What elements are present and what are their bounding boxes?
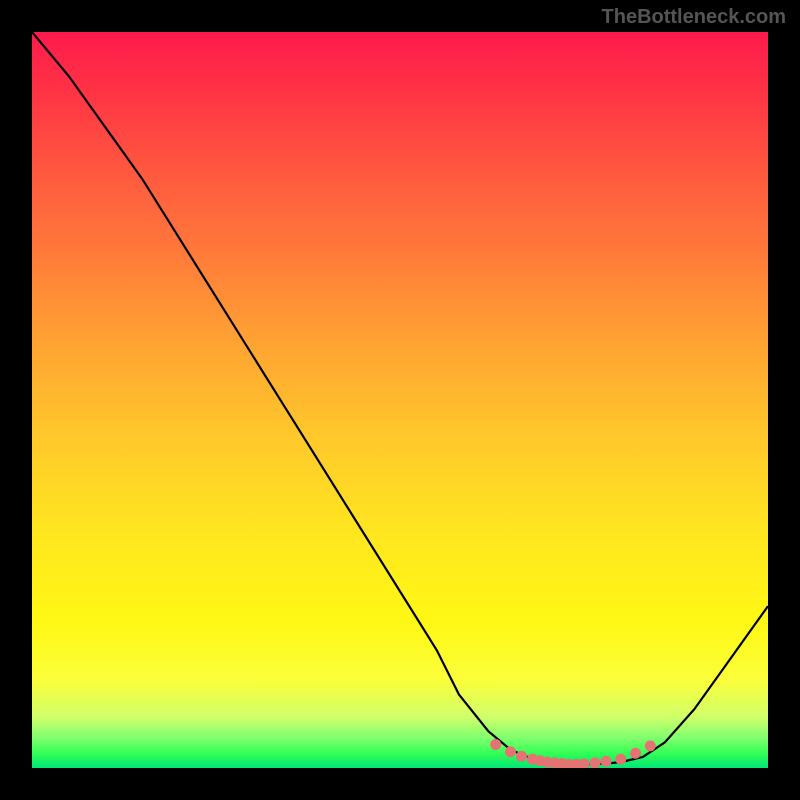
valley-marker-dot (615, 754, 626, 765)
valley-marker-dot (645, 740, 656, 751)
attribution-text: TheBottleneck.com (602, 6, 786, 29)
valley-marker-dot (601, 756, 612, 767)
valley-marker-dot (516, 751, 527, 762)
chart-plot-area (32, 32, 768, 768)
valley-marker-dot (579, 758, 590, 768)
valley-markers (490, 739, 656, 768)
bottleneck-curve (32, 32, 768, 764)
valley-marker-dot (590, 757, 601, 768)
chart-svg (32, 32, 768, 768)
valley-marker-dot (630, 748, 641, 759)
valley-marker-dot (505, 746, 516, 757)
valley-marker-dot (490, 739, 501, 750)
